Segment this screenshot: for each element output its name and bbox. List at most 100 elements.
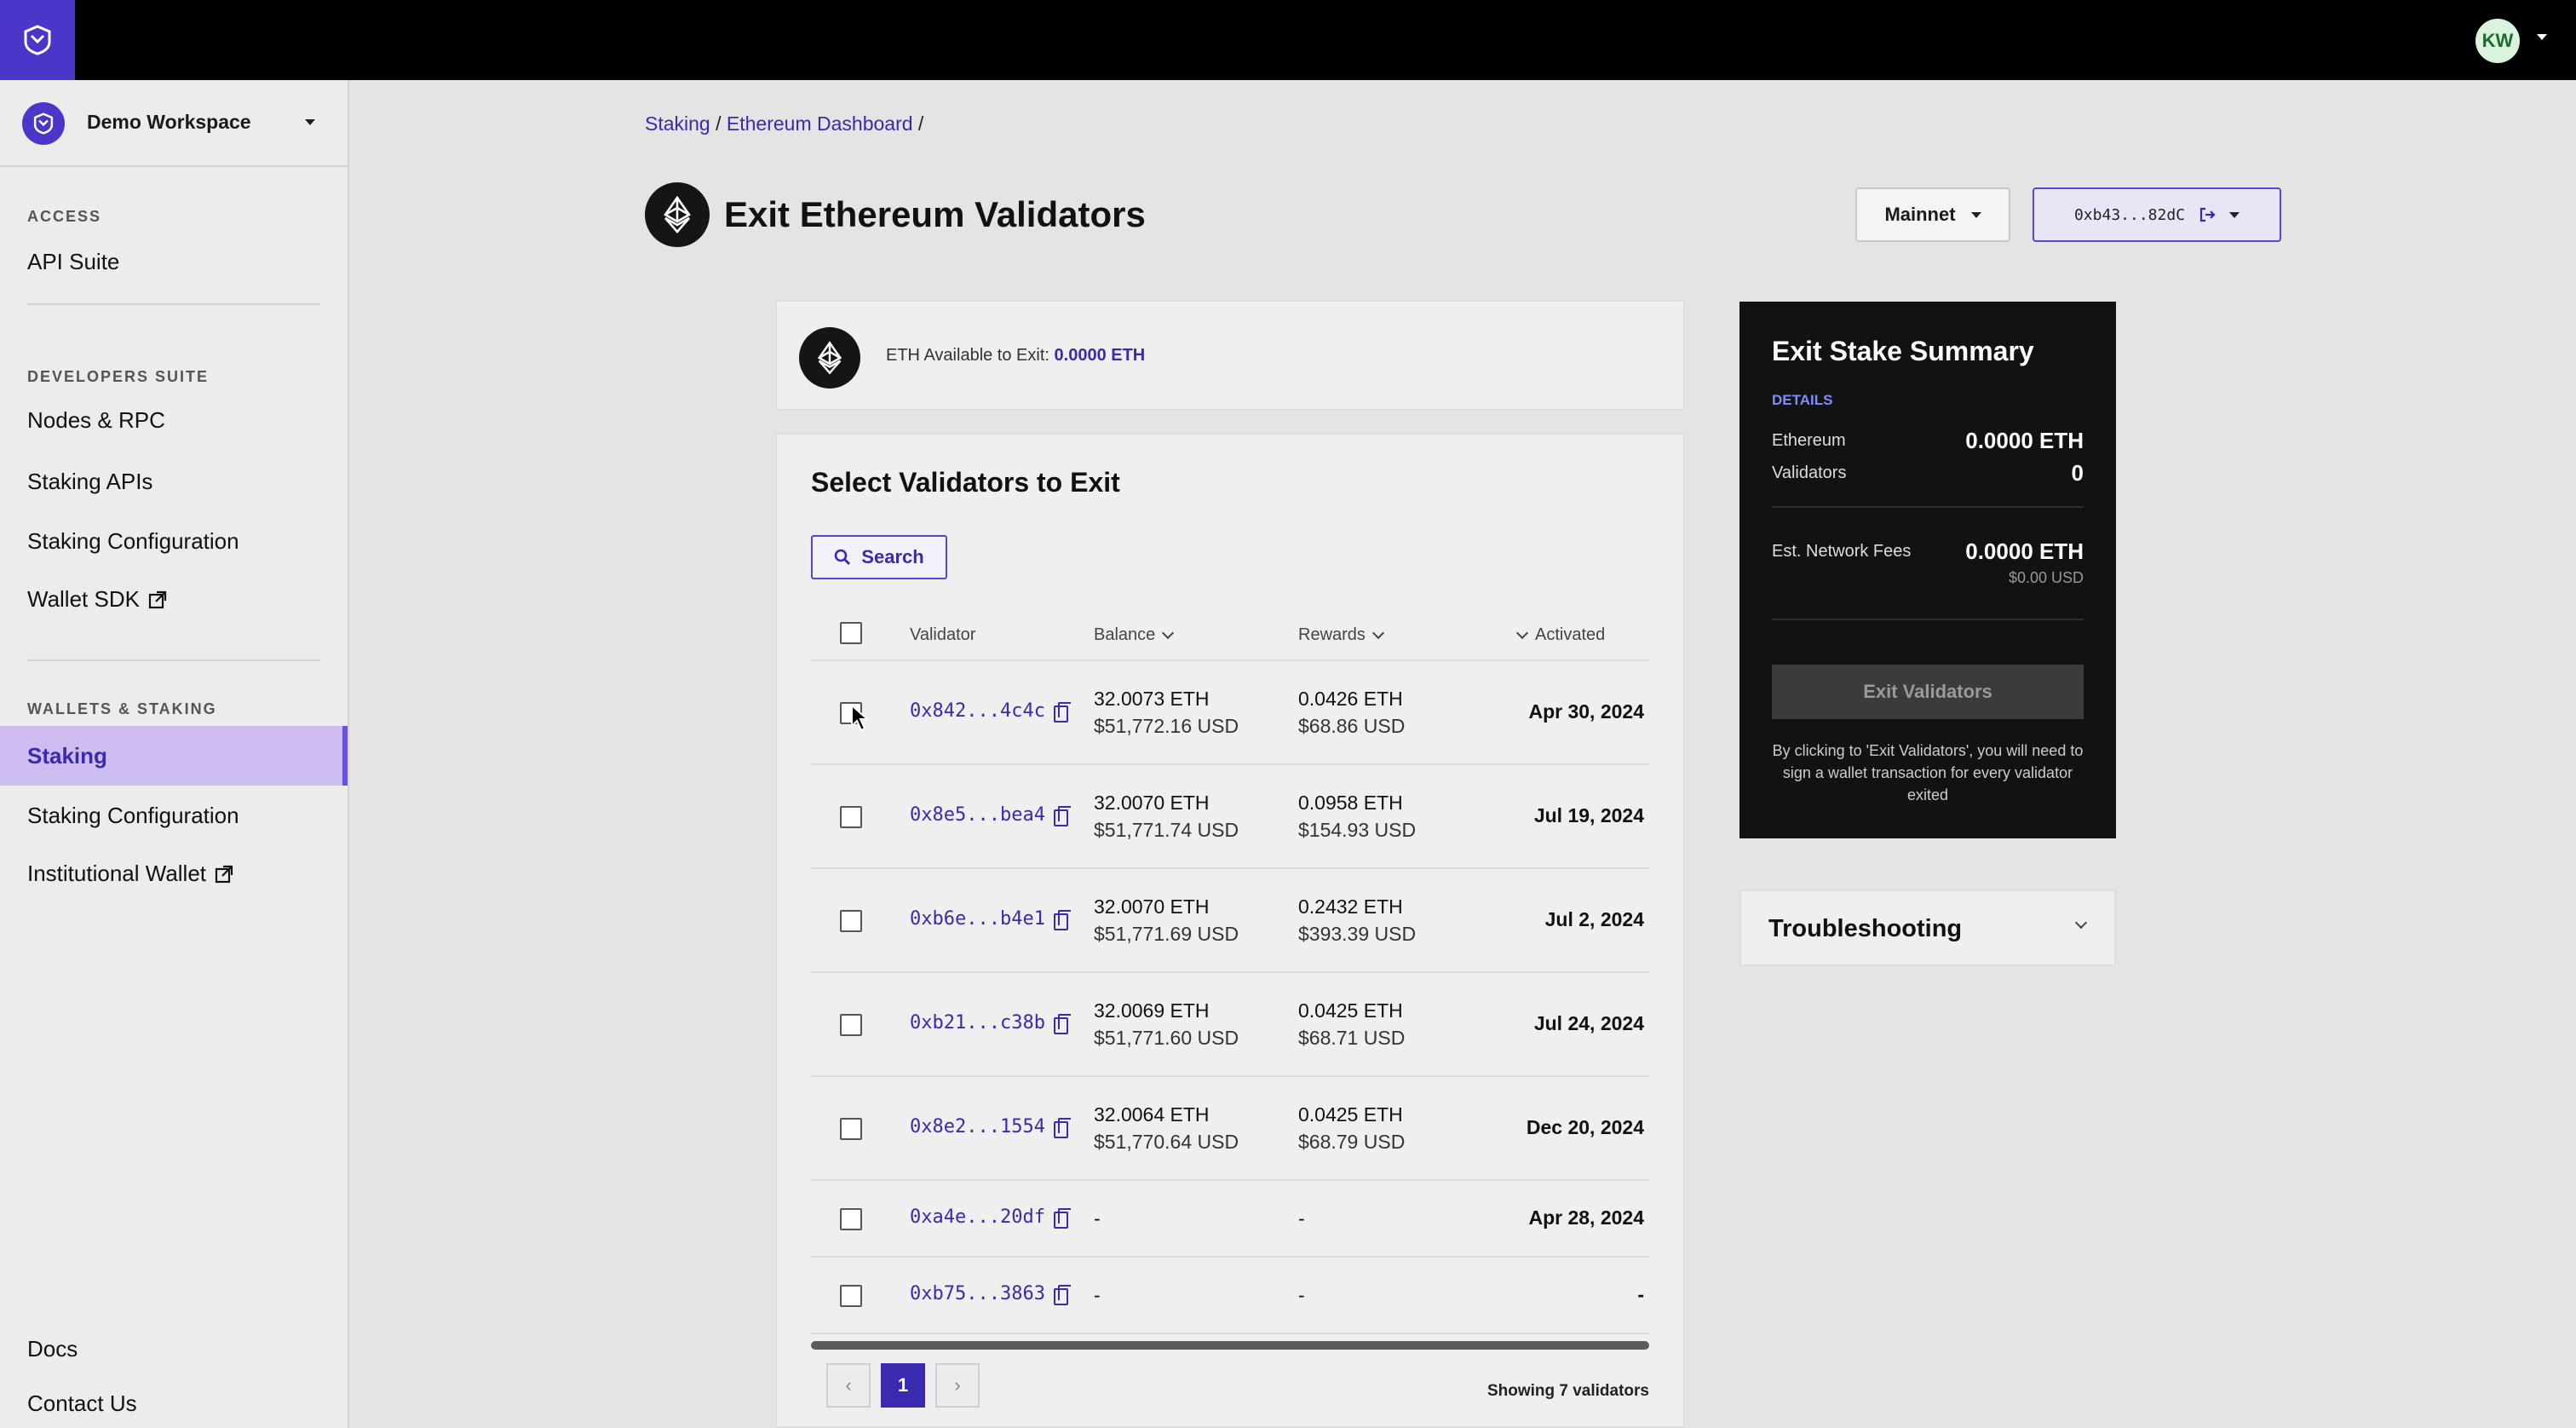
table-row[interactable]: 0xb21...c38b 32.0069 ETH $51,771.60 USD 0…	[811, 973, 1649, 1077]
exit-validators-button[interactable]: Exit Validators	[1772, 665, 2084, 719]
chevron-down-icon	[1371, 626, 1384, 639]
chevron-down-icon	[2074, 916, 2088, 930]
sidebar-item-docs[interactable]: Docs	[27, 1336, 78, 1362]
page-title: Exit Ethereum Validators	[724, 194, 1146, 234]
table-row[interactable]: 0x8e5...bea4 32.0070 ETH $51,771.74 USD 0…	[811, 765, 1649, 869]
summary-title: Exit Stake Summary	[1772, 336, 2034, 366]
breadcrumb-link-ethereum-dashboard[interactable]: Ethereum Dashboard	[727, 112, 913, 135]
table-row[interactable]: 0x842...4c4c 32.0073 ETH $51,772.16 USD 0…	[811, 661, 1649, 765]
copy-icon[interactable]	[1053, 909, 1071, 930]
sidebar-item-staking[interactable]: Staking	[0, 726, 348, 786]
copy-icon[interactable]	[1053, 805, 1071, 826]
sidebar-item-wallet-sdk[interactable]: Wallet SDK	[27, 586, 167, 613]
balance-cell: 32.0070 ETH $51,771.74 USD	[1094, 792, 1239, 841]
logout-icon	[2199, 207, 2216, 222]
activated-date: -	[1637, 1283, 1644, 1305]
table-row[interactable]: 0xb6e...b4e1 32.0070 ETH $51,771.69 USD 0…	[811, 869, 1649, 973]
rewards-cell: 0.0425 ETH $68.79 USD	[1298, 1103, 1406, 1153]
search-label: Search	[861, 546, 924, 567]
rewards-cell: -	[1298, 1284, 1305, 1306]
pagination-prev[interactable]: ‹	[826, 1363, 871, 1408]
copy-icon[interactable]	[1053, 1117, 1071, 1138]
sidebar-item-nodes-rpc[interactable]: Nodes & RPC	[27, 407, 165, 434]
external-link-icon	[215, 865, 233, 883]
sidebar-item-label: Staking	[27, 743, 107, 769]
row-checkbox[interactable]	[840, 1208, 862, 1230]
divider	[1772, 619, 2084, 620]
select-all-checkbox[interactable]	[840, 622, 862, 644]
copy-icon[interactable]	[1053, 1284, 1071, 1305]
fees-label: Est. Network Fees	[1772, 542, 1912, 561]
wallet-address-button[interactable]: 0xb43...82dC	[2033, 187, 2281, 242]
validator-address[interactable]: 0xb75...3863	[910, 1283, 1071, 1305]
validator-address[interactable]: 0x8e5...bea4	[910, 804, 1071, 826]
divider	[27, 303, 320, 305]
validator-address[interactable]: 0xa4e...20df	[910, 1206, 1071, 1229]
breadcrumb-separator: /	[917, 112, 924, 135]
validator-address[interactable]: 0x8e2...1554	[910, 1116, 1071, 1138]
section-heading-developers: DEVELOPERS SUITE	[27, 368, 210, 385]
copy-icon[interactable]	[1053, 701, 1071, 723]
breadcrumb-link-staking[interactable]: Staking	[645, 112, 710, 135]
chevron-down-icon[interactable]	[305, 119, 315, 125]
row-checkbox[interactable]	[840, 1285, 862, 1307]
network-selector[interactable]: Mainnet	[1855, 187, 2010, 242]
sidebar-item-staking-configuration[interactable]: Staking Configuration	[27, 528, 239, 555]
row-checkbox[interactable]	[840, 806, 862, 828]
sidebar-item-contact-us[interactable]: Contact Us	[27, 1391, 137, 1417]
rewards-cell: 0.0426 ETH $68.86 USD	[1298, 688, 1406, 737]
activated-date: Jul 24, 2024	[1533, 1012, 1644, 1034]
column-rewards[interactable]: Rewards	[1298, 625, 1384, 645]
table-row[interactable]: 0xb75...3863 - - -	[811, 1258, 1649, 1334]
summary-note: By clicking to 'Exit Validators', you wi…	[1772, 742, 2084, 803]
sidebar-item-staking-configuration-2[interactable]: Staking Configuration	[27, 803, 239, 829]
troubleshooting-accordion[interactable]: Troubleshooting	[1739, 890, 2116, 966]
column-balance[interactable]: Balance	[1094, 625, 1175, 645]
workspace-logo-icon	[22, 102, 65, 145]
rewards-cell: 0.0958 ETH $154.93 USD	[1298, 792, 1417, 841]
validator-address[interactable]: 0xb21...c38b	[910, 1012, 1071, 1034]
horizontal-scrollbar[interactable]	[811, 1341, 1649, 1350]
column-activated[interactable]: Activated	[1515, 625, 1605, 645]
section-heading-wallets: WALLETS & STAKING	[27, 700, 217, 717]
ethereum-icon	[799, 327, 860, 389]
workspace-switcher[interactable]: Demo Workspace	[0, 80, 348, 167]
available-to-exit-text: ETH Available to Exit: 0.0000 ETH	[886, 346, 1145, 366]
search-button[interactable]: Search	[811, 535, 947, 579]
shield-logo-icon	[24, 25, 51, 55]
sidebar-item-institutional-wallet[interactable]: Institutional Wallet	[27, 861, 233, 887]
sidebar-item-api-suite[interactable]: API Suite	[27, 249, 119, 275]
ethereum-label: Ethereum	[1772, 431, 1846, 450]
breadcrumb-separator: /	[716, 112, 722, 135]
chevron-down-icon	[1970, 211, 1981, 218]
user-avatar[interactable]: KW	[2475, 19, 2520, 63]
chevron-down-icon	[2229, 211, 2240, 218]
copy-icon[interactable]	[1053, 1013, 1071, 1034]
summary-details-label: DETAILS	[1772, 392, 1833, 408]
chevron-down-icon[interactable]	[2537, 34, 2547, 40]
balance-cell: 32.0064 ETH $51,770.64 USD	[1094, 1103, 1239, 1153]
search-icon	[834, 549, 851, 565]
pagination-next[interactable]: ›	[935, 1363, 980, 1408]
row-checkbox[interactable]	[840, 1014, 862, 1036]
available-to-exit-card: ETH Available to Exit: 0.0000 ETH	[775, 300, 1685, 411]
section-heading-access: ACCESS	[27, 208, 102, 225]
rewards-cell: 0.0425 ETH $68.71 USD	[1298, 999, 1406, 1049]
sidebar-item-staking-apis[interactable]: Staking APIs	[27, 469, 152, 495]
exit-stake-summary: Exit Stake Summary DETAILS Ethereum 0.00…	[1739, 302, 2116, 838]
copy-icon[interactable]	[1053, 1207, 1071, 1229]
validator-address[interactable]: 0xb6e...b4e1	[910, 908, 1071, 930]
row-checkbox[interactable]	[840, 1118, 862, 1140]
chevron-down-icon	[1515, 626, 1529, 639]
row-checkbox[interactable]	[840, 910, 862, 932]
validators-value: 0	[2071, 460, 2084, 486]
table-row[interactable]: 0x8e2...1554 32.0064 ETH $51,770.64 USD 0…	[811, 1077, 1649, 1181]
pagination-page-1[interactable]: 1	[881, 1363, 925, 1408]
sidebar: Demo Workspace ACCESS API Suite DEVELOPE…	[0, 80, 349, 1428]
available-label: ETH Available to Exit:	[886, 346, 1049, 365]
table-row[interactable]: 0xa4e...20df - - Apr 28, 2024	[811, 1181, 1649, 1258]
validator-address[interactable]: 0x842...4c4c	[910, 700, 1071, 723]
brand-logo[interactable]	[0, 0, 75, 80]
mouse-cursor-icon	[851, 704, 870, 732]
sidebar-item-label: Wallet SDK	[27, 586, 140, 612]
